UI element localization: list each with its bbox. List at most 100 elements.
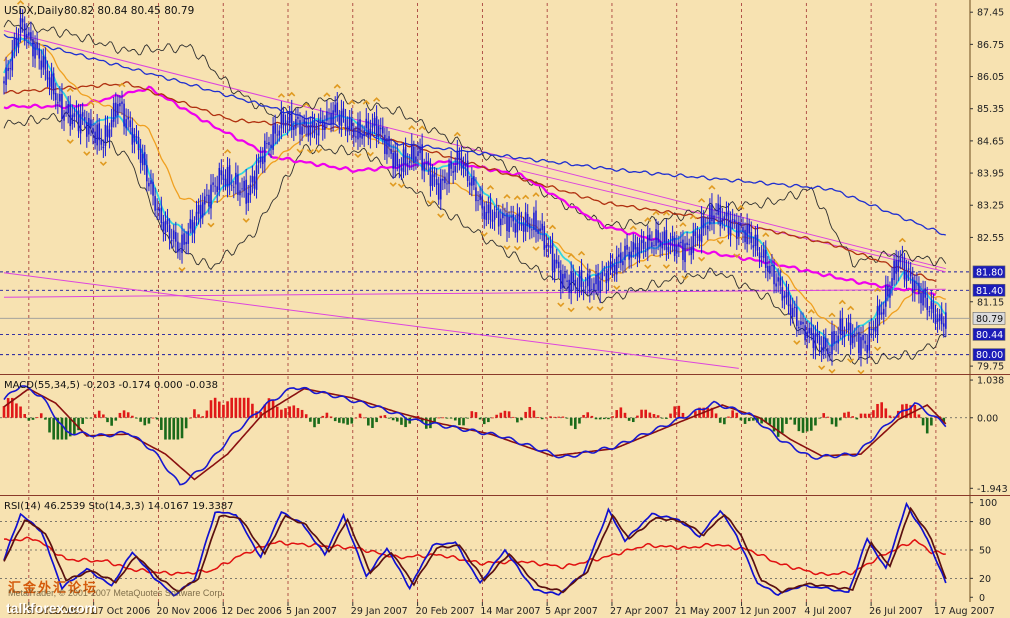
chart-background xyxy=(0,0,1010,618)
candle-body xyxy=(779,277,782,286)
macd-histogram-bar xyxy=(217,401,221,418)
candle-body xyxy=(607,268,610,282)
macd-histogram-bar xyxy=(607,417,610,420)
candle-body xyxy=(808,327,811,334)
candle-body xyxy=(462,163,465,169)
candle-body xyxy=(920,292,922,304)
candle-body xyxy=(212,182,214,185)
candle-body xyxy=(829,352,831,353)
macd-histogram-bar xyxy=(557,416,561,418)
candle-body xyxy=(897,260,900,273)
x-tick-label: 4 Jul 2007 xyxy=(804,606,852,617)
macd-histogram-bar xyxy=(362,417,366,419)
candle-body xyxy=(833,331,835,344)
candle-body xyxy=(692,231,695,254)
candle-body xyxy=(396,153,399,167)
candle-body xyxy=(185,241,187,245)
candle-body xyxy=(369,128,372,138)
candle-body xyxy=(864,340,866,344)
candle-body xyxy=(79,114,82,134)
candle-body xyxy=(208,194,210,207)
macd-histogram-bar xyxy=(15,403,18,418)
macd-histogram-bar xyxy=(574,417,577,430)
candle-body xyxy=(802,321,804,325)
candle-body xyxy=(137,137,140,151)
candle-body xyxy=(630,251,633,258)
candle-body xyxy=(162,222,165,231)
macd-histogram-bar xyxy=(449,417,453,419)
candle-body xyxy=(634,243,637,250)
macd-histogram-bar xyxy=(242,397,246,418)
macd-histogram-bar xyxy=(23,414,26,418)
candle-body xyxy=(560,270,562,290)
candle-body xyxy=(392,152,394,169)
candle-body xyxy=(278,130,281,136)
candle-body xyxy=(657,230,659,243)
macd-histogram-bar xyxy=(462,417,465,426)
candle-body xyxy=(442,178,444,181)
candle-body xyxy=(228,165,231,186)
candle-body xyxy=(704,226,707,228)
macd-histogram-bar xyxy=(230,397,233,418)
candle-body xyxy=(748,223,750,234)
candle-body xyxy=(756,234,759,251)
candle-body xyxy=(226,166,229,188)
candle-body xyxy=(355,136,357,138)
macd-histogram-bar xyxy=(209,400,213,418)
candle-body xyxy=(475,187,477,202)
candle-body xyxy=(626,244,628,250)
candle-body xyxy=(52,73,55,95)
candle-body xyxy=(357,121,359,140)
candle-body xyxy=(547,245,550,247)
y-tick-label: -1.943 xyxy=(977,484,1008,495)
candle-body xyxy=(28,32,30,36)
candle-body xyxy=(911,277,914,293)
macd-histogram-bar xyxy=(507,411,511,418)
candle-body xyxy=(419,146,421,154)
candle-body xyxy=(851,334,854,344)
x-tick-label: 20 Nov 2006 xyxy=(156,606,217,617)
macd-histogram-bar xyxy=(139,417,142,422)
candle-body xyxy=(903,257,906,280)
candle-body xyxy=(81,112,84,117)
candle-body xyxy=(651,242,653,248)
candle-body xyxy=(678,242,680,247)
y-tick-label: 0.00 xyxy=(977,413,998,424)
macd-histogram-bar xyxy=(81,417,84,424)
candle-body xyxy=(481,196,483,209)
macd-histogram-bar xyxy=(441,417,445,419)
candle-body xyxy=(731,219,734,221)
candle-body xyxy=(59,94,61,102)
candle-body xyxy=(195,211,198,221)
candle-body xyxy=(719,204,722,227)
candle-body xyxy=(305,121,308,127)
macd-histogram-bar xyxy=(317,417,320,424)
candle-body xyxy=(92,127,94,134)
candle-body xyxy=(44,56,47,70)
candle-body xyxy=(315,133,318,135)
candle-body xyxy=(671,235,674,242)
y-tick-label: 83.25 xyxy=(977,201,1004,212)
macd-histogram-bar xyxy=(590,415,594,418)
macd-histogram-bar xyxy=(487,417,490,423)
candle-body xyxy=(518,212,521,221)
candle-body xyxy=(477,200,479,201)
macd-histogram-bar xyxy=(838,417,842,421)
candle-body xyxy=(338,115,341,125)
candle-body xyxy=(361,135,363,139)
candle-body xyxy=(874,327,877,332)
level-label: 80.44 xyxy=(976,330,1003,341)
macd-histogram-bar xyxy=(110,417,113,426)
macd-histogram-bar xyxy=(147,417,151,424)
candle-body xyxy=(199,204,202,219)
candle-body xyxy=(564,273,566,279)
candle-body xyxy=(88,117,90,135)
macd-histogram-bar xyxy=(222,404,225,418)
candle-body xyxy=(344,118,347,127)
candle-body xyxy=(916,282,918,284)
candle-body xyxy=(781,287,784,301)
candle-body xyxy=(321,120,324,130)
watermark-site: talkforex.com xyxy=(6,600,98,616)
candle-body xyxy=(818,336,821,346)
candle-body xyxy=(311,121,314,128)
